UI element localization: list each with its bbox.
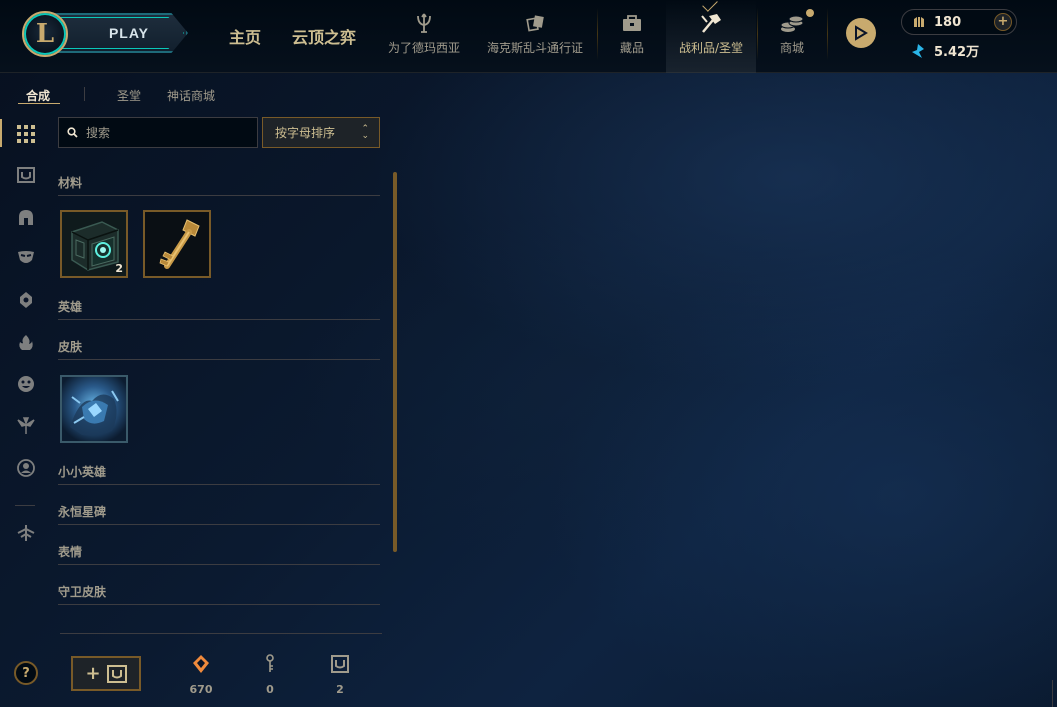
category-header-skins[interactable]: 皮肤 — [58, 338, 380, 360]
key-fragment-icon — [263, 653, 277, 675]
tab-sanctum[interactable]: 圣堂 — [117, 87, 141, 104]
search-box — [58, 117, 258, 148]
sort-chevron-icon: ⌃ ⌄ — [361, 124, 369, 141]
category-label: 表情 — [58, 545, 83, 559]
orange-essence-icon — [192, 653, 210, 675]
loot-item-hextech-chest[interactable]: 2 — [60, 210, 128, 278]
play-label: PLAY — [108, 25, 150, 41]
honor-icon[interactable] — [846, 18, 876, 48]
category-label: 永恒星碑 — [58, 505, 107, 519]
nav-demacia-label: 为了德玛西亚 — [387, 41, 460, 55]
logo-letter: L — [35, 19, 55, 49]
tree-icon[interactable] — [15, 415, 37, 437]
sort-dropdown[interactable]: 按字母排序 ⌃ ⌄ — [262, 117, 380, 148]
window-edge — [1052, 680, 1057, 707]
loot-item-hextech-key[interactable] — [143, 210, 211, 278]
rail-divider — [15, 505, 35, 506]
item-count: 2 — [115, 262, 123, 275]
key-fragment-counter: 0 — [250, 653, 290, 696]
add-rp-button[interactable]: + — [994, 13, 1012, 31]
help-button[interactable]: ? — [14, 661, 38, 685]
plus-icon: + — [85, 663, 101, 684]
tab-underline — [18, 103, 60, 104]
league-logo[interactable]: L — [22, 11, 68, 57]
blue-essence-icon — [912, 43, 924, 58]
blue-essence: 5.42万 — [912, 41, 979, 60]
be-amount: 5.42万 — [934, 45, 980, 60]
sort-label: 按字母排序 — [275, 126, 336, 140]
top-navigation: L PLAY 主页 云顶之弈 为了德玛西亚 海克斯乱斗通行证 藏品 战利品/圣堂 — [0, 0, 1057, 73]
flame-icon[interactable] — [15, 332, 37, 354]
skin-shard-icon — [62, 377, 126, 441]
hammer-icon — [699, 12, 723, 34]
subnav-divider — [84, 87, 85, 101]
play-button[interactable]: PLAY — [50, 13, 188, 53]
category-header-eternals[interactable]: 永恒星碑 — [58, 503, 380, 525]
chest-count-value: 2 — [336, 683, 344, 696]
emote-icon[interactable] — [15, 373, 37, 395]
chest-icon[interactable] — [15, 164, 37, 186]
category-label: 材料 — [58, 176, 83, 190]
tab-mythic-shop[interactable]: 神话商城 — [167, 87, 215, 104]
nav-collection[interactable]: 藏品 — [604, 0, 660, 73]
trident-icon — [414, 12, 434, 34]
hextech-key-icon — [145, 212, 209, 276]
nav-pass-label: 海克斯乱斗通行证 — [486, 41, 583, 55]
category-label: 皮肤 — [58, 340, 83, 354]
loot-category-list: 材料 2 英雄 皮肤 小小英雄 永恒星碑 表情 守卫皮肤 — [58, 172, 380, 612]
nav-store-label: 商城 — [779, 41, 804, 55]
orange-essence-counter: 670 — [181, 653, 221, 696]
bag-icon — [621, 12, 643, 34]
category-label: 守卫皮肤 — [58, 585, 107, 599]
chest-counter: 2 — [320, 653, 360, 696]
coins-icon — [779, 12, 805, 34]
nav-loot-label: 战利品/圣堂 — [678, 41, 744, 55]
rp-amount: 180 — [934, 14, 962, 30]
nav-collection-label: 藏品 — [619, 41, 644, 55]
tab-crafting[interactable]: 合成 — [26, 87, 50, 104]
orange-essence-value: 670 — [189, 683, 213, 696]
nav-divider — [597, 8, 598, 60]
category-header-champions[interactable]: 英雄 — [58, 298, 380, 320]
grid-icon[interactable] — [15, 123, 37, 145]
nav-pass[interactable]: 海克斯乱斗通行证 — [480, 0, 590, 73]
craft-chest-button[interactable]: + — [71, 656, 141, 691]
category-label: 英雄 — [58, 300, 83, 314]
nav-tft[interactable]: 云顶之弈 — [292, 24, 356, 48]
footer-divider — [60, 633, 382, 634]
profile-icon[interactable] — [15, 457, 37, 479]
loot-item-skin-shard[interactable] — [60, 375, 128, 443]
category-header-emotes[interactable]: 表情 — [58, 543, 380, 565]
category-header-materials[interactable]: 材料 — [58, 174, 380, 196]
nav-demacia[interactable]: 为了德玛西亚 — [380, 0, 468, 73]
nav-loot[interactable]: 战利品/圣堂 — [666, 0, 756, 73]
ward-icon[interactable] — [15, 289, 37, 311]
chest-icon — [106, 664, 127, 683]
mask-icon[interactable] — [15, 247, 37, 269]
arrow-icon[interactable] — [15, 522, 37, 544]
riot-points[interactable]: 180 + — [901, 9, 1017, 35]
list-scrollbar[interactable] — [393, 172, 397, 552]
key-fragment-value: 0 — [266, 683, 274, 696]
category-label: 小小英雄 — [58, 465, 107, 479]
category-header-ward-skins[interactable]: 守卫皮肤 — [58, 583, 380, 605]
helmet-icon[interactable] — [15, 207, 37, 229]
category-rail — [0, 115, 52, 707]
nav-divider — [757, 8, 758, 60]
chest-count-icon — [331, 653, 349, 675]
category-header-little-legends[interactable]: 小小英雄 — [58, 463, 380, 485]
nav-home[interactable]: 主页 — [229, 24, 261, 48]
notification-dot — [806, 9, 814, 17]
search-icon — [67, 127, 78, 138]
rp-icon — [914, 17, 924, 27]
nav-divider — [827, 8, 828, 60]
cards-icon — [525, 12, 545, 34]
search-input[interactable] — [86, 125, 246, 140]
